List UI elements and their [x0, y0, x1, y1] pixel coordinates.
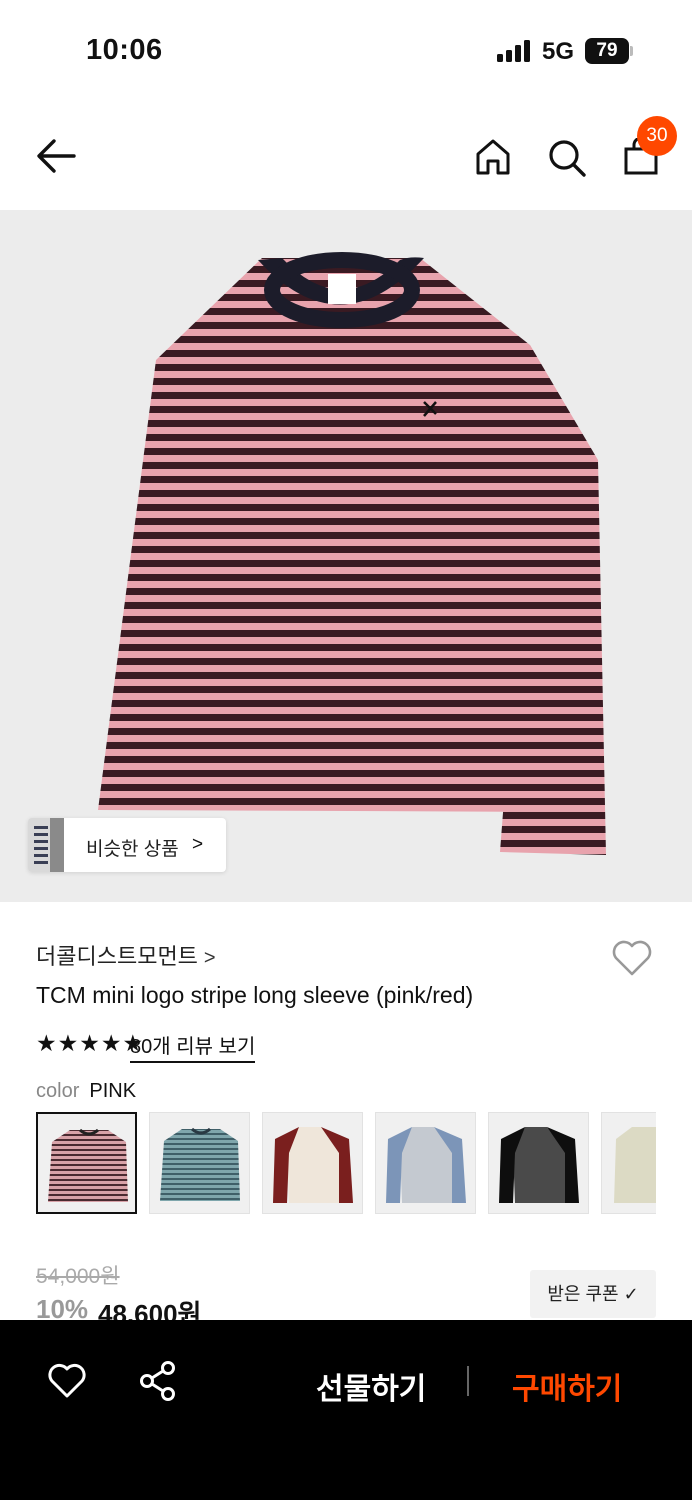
swatch-beige[interactable]: [601, 1112, 656, 1214]
received-coupon-button[interactable]: 받은 쿠폰 ✓: [530, 1270, 656, 1318]
product-image[interactable]: 비슷한 상품 >: [0, 210, 692, 902]
top-nav: [0, 100, 692, 210]
home-icon[interactable]: [474, 138, 512, 176]
swatch-cream-burgundy-raglan[interactable]: [262, 1112, 363, 1214]
gift-button[interactable]: 선물하기: [316, 1364, 426, 1408]
original-price: 54,000원: [36, 1265, 120, 1288]
brand-link[interactable]: 더콜디스트모먼트 >: [36, 939, 216, 971]
review-link[interactable]: 80개 리뷰 보기: [130, 1030, 256, 1063]
similar-products-button[interactable]: 비슷한 상품 >: [28, 818, 226, 872]
bottom-action-bar: 선물하기 구매하기: [0, 1320, 692, 1500]
swatch-pink-stripe[interactable]: [36, 1112, 137, 1214]
brand-name: 더콜디스트모먼트: [36, 944, 198, 969]
heart-icon[interactable]: [610, 938, 654, 978]
heart-icon[interactable]: [46, 1362, 88, 1400]
signal-icon: [497, 40, 530, 62]
swatch-grey-blue-raglan[interactable]: [375, 1112, 476, 1214]
color-selection: color PINK: [36, 1080, 136, 1103]
swatch-charcoal-black-raglan[interactable]: [488, 1112, 589, 1214]
chevron-right-icon: >: [203, 947, 216, 969]
search-icon[interactable]: [547, 138, 587, 178]
color-value: PINK: [89, 1080, 137, 1102]
color-swatches: [36, 1112, 656, 1214]
cart-count-badge: 30: [637, 116, 677, 156]
status-bar: 10:06 5G 79: [0, 0, 692, 100]
battery-level: 79: [596, 40, 618, 61]
buy-button[interactable]: 구매하기: [512, 1364, 622, 1408]
product-title: TCM mini logo stripe long sleeve (pink/r…: [36, 982, 474, 1008]
swatch-teal-stripe[interactable]: [149, 1112, 250, 1214]
striped-shirt-image: [98, 252, 606, 855]
divider: [467, 1366, 469, 1396]
battery-icon: 79: [585, 38, 633, 64]
back-arrow-icon[interactable]: [34, 136, 78, 176]
color-label: color: [36, 1080, 80, 1102]
star-rating-icon: ★★★★★: [36, 1030, 145, 1056]
similar-thumb: [28, 818, 64, 872]
chevron-right-icon: >: [192, 834, 204, 855]
similar-products-label: 비슷한 상품: [86, 839, 179, 860]
network-label: 5G: [542, 38, 575, 65]
status-time: 10:06: [86, 34, 163, 66]
share-icon[interactable]: [138, 1360, 178, 1402]
